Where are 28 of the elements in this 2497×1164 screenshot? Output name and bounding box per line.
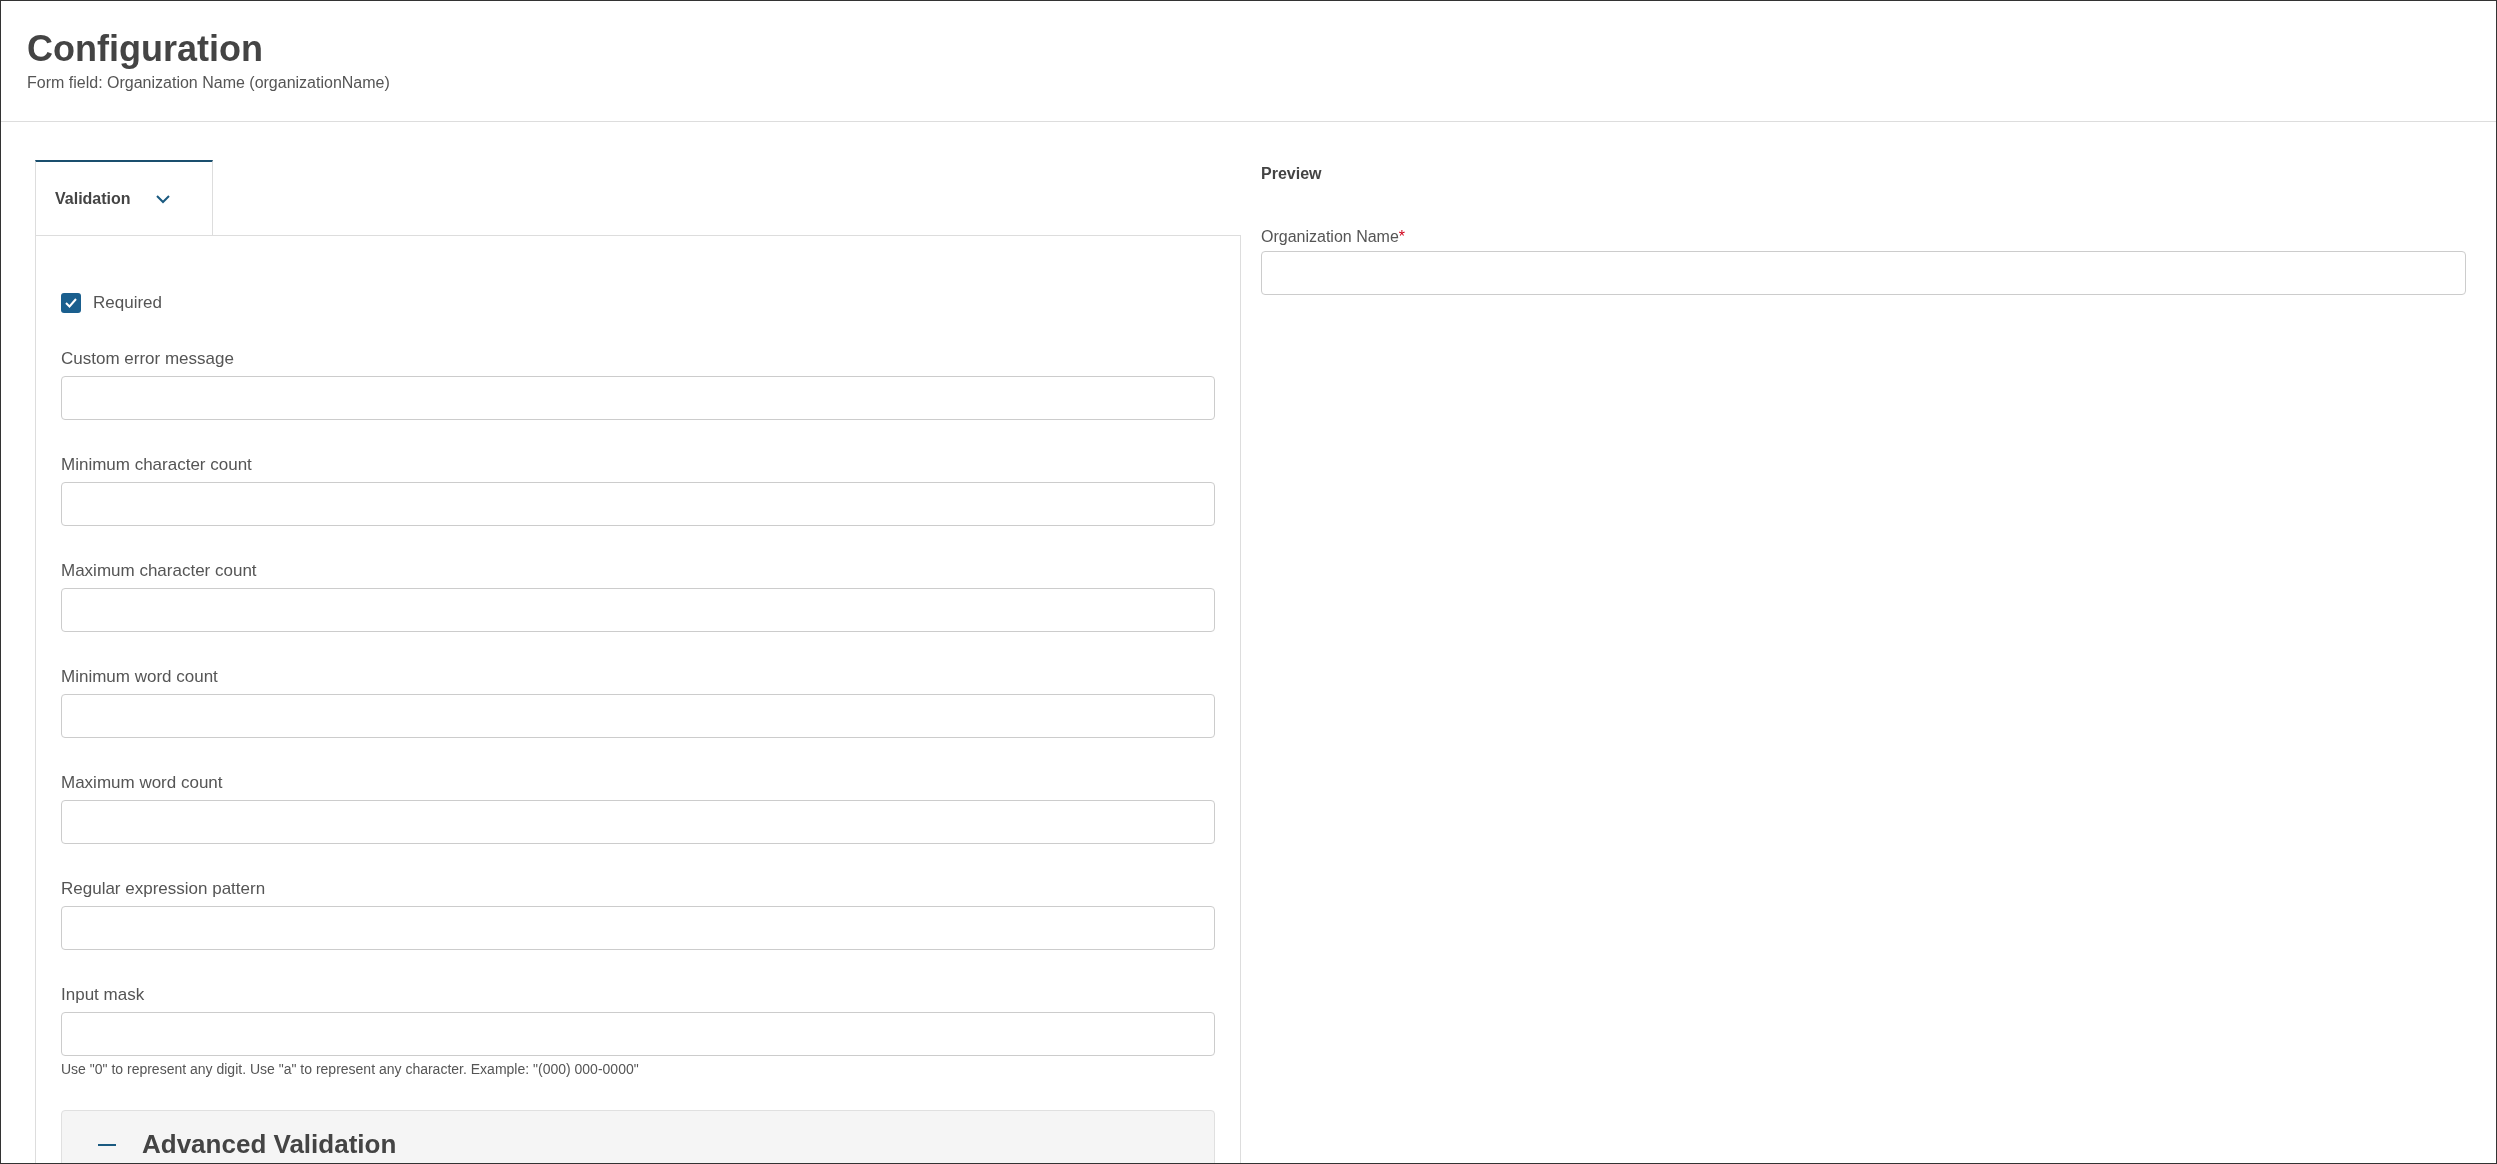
collapse-icon xyxy=(98,1143,116,1146)
checkbox[interactable] xyxy=(61,292,81,313)
field-label: Maximum word count xyxy=(61,771,224,794)
input-field[interactable] xyxy=(61,693,1215,738)
accordion-header[interactable]: Advanced Validation xyxy=(61,1109,1215,1163)
chevron-down-icon xyxy=(154,194,171,204)
field-label: Maximum character count xyxy=(61,559,258,582)
preview-title: Preview xyxy=(1261,164,1323,184)
page-subtitle: Form field: Organization Name (organizationName) xyxy=(27,73,391,93)
field-label: Input mask xyxy=(61,983,146,1006)
input-field[interactable] xyxy=(61,481,1215,526)
field-label: Organization Name* xyxy=(1261,227,1407,247)
input-field[interactable] xyxy=(61,905,1215,950)
field-label: Minimum word count xyxy=(61,665,219,688)
input-field[interactable] xyxy=(61,587,1215,632)
field-label: Custom error message xyxy=(61,347,235,370)
page-title: Configuration xyxy=(27,27,264,71)
input-field[interactable] xyxy=(61,375,1215,420)
field-label: Minimum character count xyxy=(61,453,253,476)
check-icon xyxy=(64,296,78,309)
help-text: Use "0" to represent any digit. Use "a" to represent any character. Example: "(000) 000-0000" xyxy=(61,1059,640,1079)
input-field[interactable] xyxy=(61,1011,1215,1056)
checkbox-label: Required xyxy=(93,292,162,314)
tab[interactable]: Validation xyxy=(35,160,213,236)
accordion-title: Advanced Validation xyxy=(142,1128,397,1161)
input-field[interactable] xyxy=(61,799,1215,844)
field-label: Regular expression pattern xyxy=(61,877,267,900)
input-field[interactable] xyxy=(1261,251,2466,295)
